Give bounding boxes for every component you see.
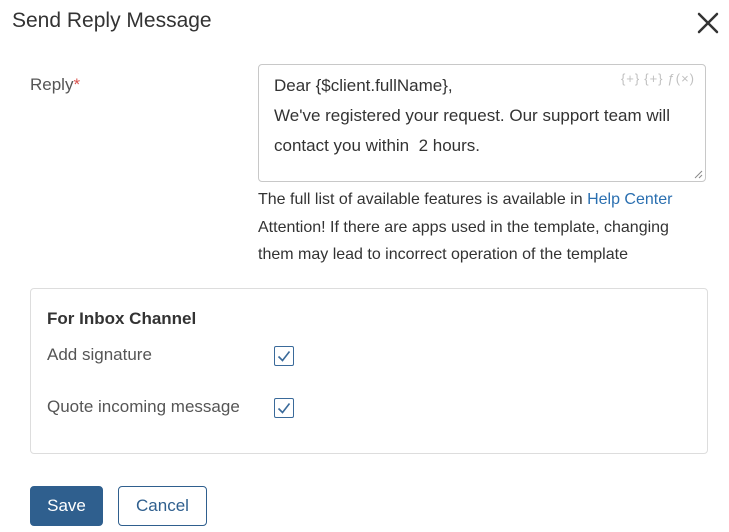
quote-incoming-checkbox[interactable] xyxy=(274,398,294,418)
help-text: The full list of available features is a… xyxy=(258,186,698,269)
reply-line: We've registered your request. Our suppo… xyxy=(274,106,670,125)
required-mark: * xyxy=(73,75,81,94)
resize-handle-icon[interactable] xyxy=(694,170,703,179)
help-center-link[interactable]: Help Center xyxy=(587,191,672,208)
cancel-button[interactable]: Cancel xyxy=(118,486,207,526)
function-icon[interactable]: ƒ(×) xyxy=(668,71,695,86)
dialog-title: Send Reply Message xyxy=(12,9,212,32)
add-signature-label: Add signature xyxy=(47,345,152,364)
help-line-1: The full list of available features is a… xyxy=(258,186,698,214)
help-line-1-text: The full list of available features is a… xyxy=(258,191,588,208)
help-line-2: Attention! If there are apps used in the… xyxy=(258,218,669,236)
reply-editor[interactable]: Dear {$client.fullName}, We've registere… xyxy=(258,64,706,182)
insert-app-icon[interactable]: {+} xyxy=(644,71,663,86)
inbox-channel-panel: For Inbox Channel Add signature Quote in… xyxy=(30,288,708,454)
reply-label: Reply* xyxy=(30,75,80,95)
quote-incoming-label: Quote incoming message xyxy=(47,397,240,416)
editor-toolbar: {+} {+} ƒ(×) xyxy=(617,71,695,86)
add-signature-checkbox[interactable] xyxy=(274,346,294,366)
reply-line: contact you within 2 hours. xyxy=(274,136,481,155)
reply-label-text: Reply xyxy=(30,75,74,94)
insert-variable-icon[interactable]: {+} xyxy=(621,71,640,86)
help-line-3: them may lead to incorrect operation of … xyxy=(258,246,628,263)
checkmark-icon xyxy=(277,403,291,414)
panel-title: For Inbox Channel xyxy=(47,309,197,328)
save-button[interactable]: Save xyxy=(30,486,103,526)
close-icon[interactable] xyxy=(695,10,721,36)
checkmark-icon xyxy=(277,351,291,362)
